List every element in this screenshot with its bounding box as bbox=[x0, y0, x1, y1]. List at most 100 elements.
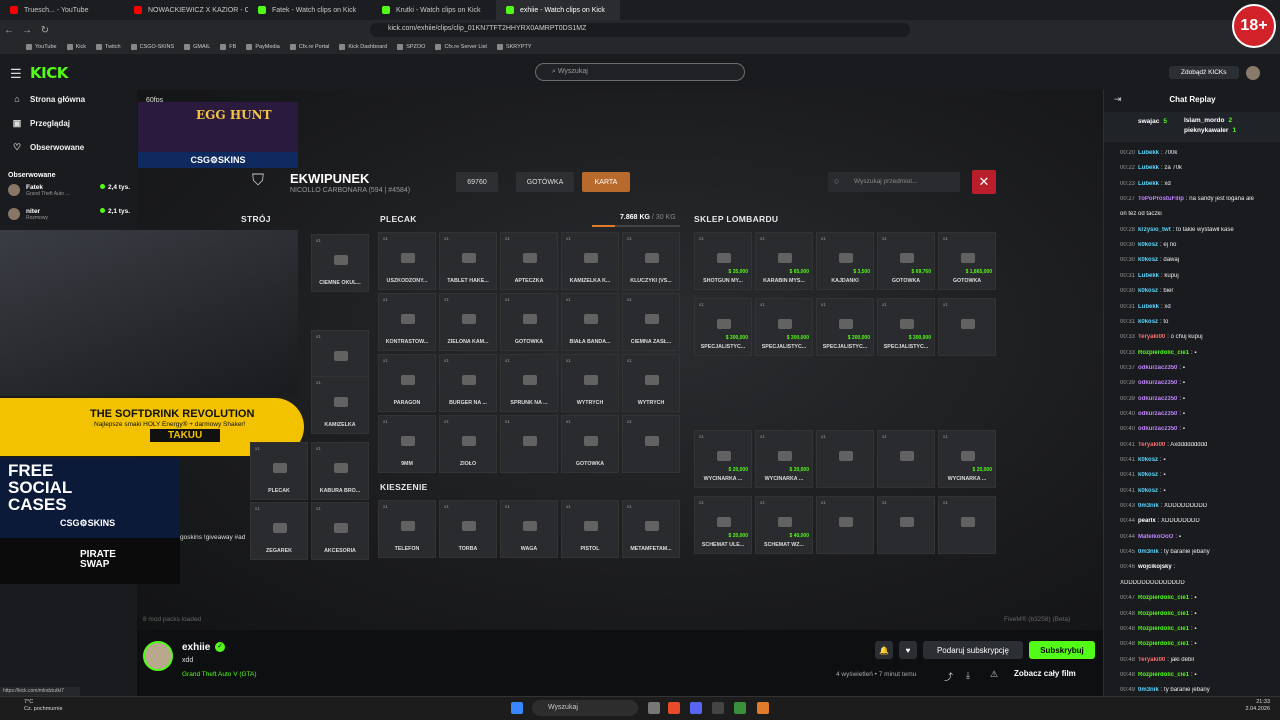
followed-channel[interactable]: Fatek Grand Theft Auto ... 2,4 tys. bbox=[8, 184, 130, 197]
bookmark-item[interactable]: SKRYPTY bbox=[496, 44, 532, 50]
browser-tab[interactable]: Fatek - Watch clips on Kick bbox=[248, 0, 372, 20]
inventory-slot[interactable]: x1 $ 20,000 WYCINARKA ... bbox=[938, 430, 996, 488]
sidebar-nav-item[interactable]: ▣ Przeglądaj bbox=[12, 118, 70, 129]
inventory-slot[interactable]: x1 WAGA bbox=[500, 500, 558, 558]
inventory-slot[interactable]: x1 KONTRASTOW... bbox=[378, 293, 436, 351]
discord-icon[interactable] bbox=[690, 702, 702, 714]
inventory-slot[interactable]: x1 APTECZKA bbox=[500, 232, 558, 290]
kick-logo[interactable]: KICK bbox=[30, 64, 68, 82]
channel-name[interactable]: exhiie bbox=[182, 642, 210, 653]
message-user[interactable]: Rozpierdolic_cie1 bbox=[1138, 611, 1189, 617]
inventory-slot[interactable]: x1 ZEGAREK bbox=[250, 502, 308, 560]
game-link[interactable]: Grand Theft Auto V (GTA) bbox=[182, 671, 257, 678]
message-user[interactable]: Teryaki00 bbox=[1138, 657, 1165, 663]
report-icon[interactable]: ⚠ bbox=[990, 669, 998, 680]
inventory-slot[interactable]: x1 USZKODZONY... bbox=[378, 232, 436, 290]
browser-tab[interactable]: NOWACKIEWICZ X KAZIOR - CHA... bbox=[124, 0, 248, 20]
sidebar-nav-item[interactable]: ⌂ Strona główna bbox=[12, 94, 85, 104]
inventory-slot[interactable]: x1 PLECAK bbox=[250, 442, 308, 500]
bookmark-item[interactable]: FB bbox=[220, 44, 236, 50]
sidebar-nav-item[interactable]: ♡ Obserwowane bbox=[12, 142, 84, 153]
channel-avatar[interactable] bbox=[143, 641, 173, 671]
message-user[interactable]: odkurzacz350 bbox=[1138, 426, 1177, 432]
inventory-slot[interactable]: x1 $ 65,000 KARABIN MYŚ... bbox=[755, 232, 813, 290]
message-user[interactable]: odkurzacz350 bbox=[1138, 396, 1177, 402]
taskbar-clock[interactable]: 21:33 2.04.2026 bbox=[1222, 699, 1270, 713]
watch-full-video-link[interactable]: Zobacz cały film bbox=[1014, 669, 1076, 678]
inventory-slot[interactable]: x1 ZIELONA KAM... bbox=[439, 293, 497, 351]
inventory-slot[interactable]: x1 $ 300,000 SPECJALISTYC... bbox=[877, 298, 935, 356]
message-user[interactable]: k0kosz bbox=[1138, 457, 1158, 463]
message-user[interactable]: pearlx bbox=[1138, 518, 1156, 524]
weather-widget[interactable]: 7°C Cz. pochmurnie bbox=[24, 699, 63, 713]
inventory-slot[interactable]: x1 PISTOL bbox=[561, 500, 619, 558]
inventory-slot[interactable]: x1 PARAGON bbox=[378, 354, 436, 412]
inventory-tab-card[interactable]: KARTA bbox=[582, 172, 630, 192]
bookmark-item[interactable]: PayMedia bbox=[246, 44, 280, 50]
search-input[interactable]: ⌕ Wyszukaj bbox=[535, 63, 745, 81]
obs-icon[interactable] bbox=[734, 702, 746, 714]
inventory-slot[interactable]: x1 KAMIZELKA K... bbox=[561, 232, 619, 290]
bookmark-item[interactable]: YouTube bbox=[26, 44, 57, 50]
message-user[interactable]: 0m3nik bbox=[1138, 687, 1159, 693]
inventory-slot[interactable]: x1 $ 35,000 SHOTGUN MY... bbox=[694, 232, 752, 290]
inventory-slot[interactable]: x1 TABLET HAKE... bbox=[439, 232, 497, 290]
inventory-slot[interactable]: x1 WYTRYCH bbox=[561, 354, 619, 412]
inventory-slot[interactable]: x1 bbox=[622, 415, 680, 473]
message-user[interactable]: 0m3nik bbox=[1138, 503, 1159, 509]
bookmark-item[interactable]: Kick Dashboard bbox=[339, 44, 387, 50]
inventory-slot[interactable]: x1 GOTÓWKA bbox=[500, 293, 558, 351]
message-user[interactable]: wojcikojsky bbox=[1138, 564, 1172, 570]
taskbar-search[interactable]: Wyszukaj bbox=[532, 700, 638, 716]
message-user[interactable]: k0kosz bbox=[1138, 288, 1158, 294]
heart-icon[interactable]: ♥ bbox=[899, 641, 917, 659]
subscribe-button[interactable]: Subskrybuj bbox=[1029, 641, 1095, 659]
app-icon[interactable] bbox=[712, 702, 724, 714]
inventory-slot[interactable]: x1 BIAŁA BANDA... bbox=[561, 293, 619, 351]
gift-sub-button[interactable]: Podaruj subskrypcję bbox=[923, 641, 1023, 659]
message-user[interactable]: Lubekk bbox=[1138, 150, 1159, 156]
inventory-slot[interactable]: x1 bbox=[500, 415, 558, 473]
reload-icon[interactable]: ↻ bbox=[36, 25, 54, 36]
inventory-slot[interactable]: x1 TELEFON bbox=[378, 500, 436, 558]
message-user[interactable]: Lubekk bbox=[1138, 304, 1159, 310]
browser-tab[interactable]: Truesch... - YouTube bbox=[0, 0, 124, 20]
share-icon[interactable]: ⤴ bbox=[944, 670, 953, 683]
bookmark-item[interactable]: Cfx.re Portal bbox=[289, 44, 329, 50]
message-user[interactable]: MateikoOoO bbox=[1138, 534, 1173, 540]
message-user[interactable]: Rozpierdolic_cie1 bbox=[1138, 595, 1189, 601]
inventory-slot[interactable]: x1 bbox=[816, 496, 874, 554]
message-user[interactable]: Rozpierdolic_cie1 bbox=[1138, 672, 1189, 678]
download-icon[interactable]: ⤓ bbox=[966, 670, 970, 681]
message-user[interactable]: odkurzacz350 bbox=[1138, 380, 1177, 386]
browser-tab[interactable]: Krutki - Watch clips on Kick bbox=[372, 0, 496, 20]
inventory-slot[interactable]: x1 $ 300,000 SPECJALISTYC... bbox=[816, 298, 874, 356]
message-user[interactable]: k0kosz bbox=[1138, 472, 1158, 478]
get-kicks-button[interactable]: Zdobądź KICKs bbox=[1169, 66, 1239, 79]
inventory-slot[interactable]: x1 $ 3,500 KAJDANKI bbox=[816, 232, 874, 290]
message-user[interactable]: Teryaki00 bbox=[1138, 334, 1165, 340]
inventory-tab-cash[interactable]: GOTÓWKA bbox=[516, 172, 574, 192]
url-field[interactable]: kick.com/exhiie/clips/clip_01KN7TFT2HHYR… bbox=[370, 23, 910, 37]
inventory-slot[interactable]: x1 $ 40,000 SCHEMAT WZ... bbox=[755, 496, 813, 554]
inventory-slot[interactable]: x1 ZIOŁO bbox=[439, 415, 497, 473]
inventory-slot[interactable]: x1 TORBA bbox=[439, 500, 497, 558]
message-user[interactable]: odkurzacz350 bbox=[1138, 411, 1177, 417]
inventory-slot[interactable]: x1 bbox=[877, 496, 935, 554]
inventory-slot[interactable]: x1 $ 300,000 SPECJALISTYC... bbox=[755, 298, 813, 356]
message-user[interactable]: odkurzacz350 bbox=[1138, 365, 1177, 371]
message-user[interactable]: k0kosz bbox=[1138, 257, 1158, 263]
bookmark-item[interactable]: GMAIL bbox=[184, 44, 210, 50]
user-avatar[interactable] bbox=[1246, 66, 1260, 80]
message-user[interactable]: 0m3nik bbox=[1138, 549, 1159, 555]
inventory-slot[interactable]: x1 WYTRYCH bbox=[622, 354, 680, 412]
close-icon[interactable]: ✕ bbox=[972, 170, 996, 194]
inventory-slot[interactable]: x1 AKCESORIA bbox=[311, 502, 369, 560]
inventory-slot[interactable]: x1 $ 1,865,000 GOTÓWKA bbox=[938, 232, 996, 290]
app-icon-orange[interactable] bbox=[757, 702, 769, 714]
taskview-icon[interactable] bbox=[648, 702, 660, 714]
message-user[interactable]: Rozpierdolic_cie1 bbox=[1138, 626, 1189, 632]
inventory-slot[interactable]: x1 CIEMNE OKUL... bbox=[311, 234, 369, 292]
inventory-slot[interactable]: x1 GOTÓWKA bbox=[561, 415, 619, 473]
message-user[interactable]: Rozpierdolic_cie1 bbox=[1138, 641, 1189, 647]
